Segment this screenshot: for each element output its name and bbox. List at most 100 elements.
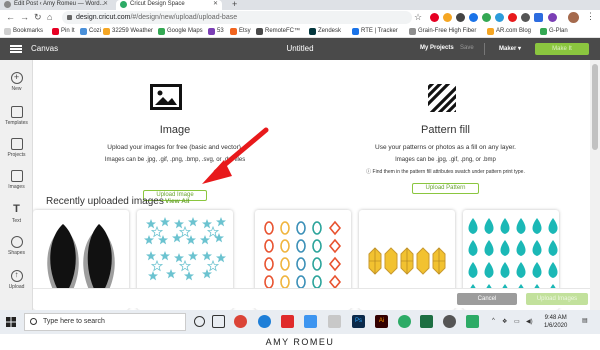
machine-selector[interactable]: Maker ▾ bbox=[499, 45, 521, 52]
url-domain: design.cricut.com bbox=[76, 14, 131, 21]
upload-pattern-section: Pattern fill Use your patterns or photos… bbox=[333, 60, 558, 194]
browser-tab-strip: Edit Post ‹ Amy Romeu — Word... ✕ Cricut… bbox=[0, 0, 600, 10]
rail-item-templates[interactable]: Templates bbox=[0, 106, 33, 126]
rail-item-shapes[interactable]: Shapes bbox=[0, 236, 33, 256]
app-header: Canvas Untitled My Projects Save Maker ▾… bbox=[0, 38, 600, 60]
star-icon[interactable]: ☆ bbox=[414, 12, 422, 23]
upload-icon: ↑ bbox=[10, 270, 23, 282]
file-explorer-icon[interactable] bbox=[328, 315, 341, 328]
extension-icon[interactable] bbox=[508, 13, 517, 22]
url-path: /#/design/new/upload/upload-base bbox=[130, 14, 238, 21]
scrollbar-thumb[interactable] bbox=[592, 64, 598, 150]
save-button[interactable]: Save bbox=[460, 45, 474, 51]
rail-item-new[interactable]: + New bbox=[0, 72, 33, 92]
profile-avatar[interactable] bbox=[568, 12, 579, 23]
bookmark-item[interactable]: 32259 Weather bbox=[103, 27, 153, 35]
bookmark-item[interactable]: G-Plan bbox=[540, 27, 568, 35]
cancel-button[interactable]: Cancel bbox=[457, 293, 517, 305]
bookmark-item[interactable]: Bookmarks bbox=[4, 27, 43, 35]
notifications-icon[interactable]: ▤ bbox=[582, 317, 588, 324]
cricut-app-icon[interactable] bbox=[398, 315, 411, 328]
task-view-icon[interactable] bbox=[212, 315, 225, 328]
pinterest-extension-icon[interactable] bbox=[430, 13, 439, 22]
evernote-icon[interactable] bbox=[466, 315, 479, 328]
rail-item-upload[interactable]: ↑ Upload bbox=[0, 270, 33, 290]
bookmark-icon bbox=[208, 28, 215, 35]
bookmark-item[interactable]: 53 bbox=[208, 27, 224, 35]
my-projects-link[interactable]: My Projects bbox=[420, 45, 454, 51]
show-hidden-icons-icon[interactable]: ^ bbox=[492, 318, 495, 324]
edge-icon[interactable] bbox=[258, 315, 271, 328]
volume-icon[interactable]: ◀) bbox=[526, 318, 533, 325]
weather-icon bbox=[103, 28, 110, 35]
shapes-icon bbox=[10, 236, 23, 248]
image-description: Upload your images for free (basic and v… bbox=[107, 144, 243, 151]
close-icon[interactable]: ✕ bbox=[103, 0, 108, 8]
image-heading: Image bbox=[159, 124, 191, 136]
rail-item-projects[interactable]: Projects bbox=[0, 138, 33, 158]
taskbar-clock[interactable]: 9:48 AM 1/6/2020 bbox=[544, 314, 567, 330]
evernote-extension-icon[interactable] bbox=[482, 13, 491, 22]
pattern-note: ⓘ Find them in the pattern fill attribut… bbox=[366, 169, 525, 175]
extension-icon[interactable] bbox=[456, 13, 465, 22]
extension-icon[interactable] bbox=[495, 13, 504, 22]
upload-images-button[interactable]: Upload Images bbox=[526, 293, 588, 305]
close-icon[interactable]: ✕ bbox=[213, 0, 218, 8]
upload-footer: Cancel Upload Images bbox=[33, 288, 590, 308]
rail-item-text[interactable]: T Text bbox=[0, 204, 33, 225]
cortana-icon[interactable] bbox=[194, 316, 205, 327]
photoshop-icon[interactable]: Ps bbox=[352, 315, 365, 328]
app-icon[interactable] bbox=[281, 315, 294, 328]
bookmark-item[interactable]: RTE | Tracker bbox=[352, 27, 398, 35]
cricut-icon bbox=[120, 1, 127, 8]
dropbox-icon[interactable] bbox=[304, 315, 317, 328]
tab-cricut-design-space[interactable]: Cricut Design Space ✕ bbox=[116, 0, 222, 10]
bookmarks-icon bbox=[4, 28, 11, 35]
lock-icon bbox=[67, 15, 72, 20]
camera-icon[interactable] bbox=[443, 315, 456, 328]
home-icon[interactable]: ⌂ bbox=[47, 12, 52, 22]
url-field[interactable]: design.cricut.com/#/design/new/upload/up… bbox=[62, 11, 412, 24]
reload-icon[interactable]: ↻ bbox=[34, 12, 42, 23]
network-icon[interactable]: ▭ bbox=[514, 318, 520, 325]
more-menu-icon[interactable]: ⋮ bbox=[586, 11, 595, 22]
etsy-icon bbox=[230, 28, 237, 35]
extension-icon[interactable] bbox=[534, 13, 543, 22]
extension-icon[interactable] bbox=[443, 13, 452, 22]
illustrator-icon[interactable]: Ai bbox=[375, 315, 388, 328]
back-icon[interactable]: ← bbox=[6, 12, 15, 22]
dropbox-tray-icon[interactable]: ❖ bbox=[502, 318, 507, 325]
tab-title: Cricut Design Space bbox=[130, 1, 185, 7]
chevron-down-icon: ▾ bbox=[518, 46, 522, 52]
maps-icon bbox=[158, 28, 165, 35]
pattern-heading: Pattern fill bbox=[421, 124, 470, 136]
clock-time: 9:48 AM bbox=[544, 315, 567, 321]
make-it-button[interactable]: Make It bbox=[535, 43, 589, 55]
bookmark-icon bbox=[409, 28, 416, 35]
tab-edit-post[interactable]: Edit Post ‹ Amy Romeu — Word... ✕ bbox=[0, 0, 112, 10]
extension-icon[interactable] bbox=[469, 13, 478, 22]
windows-taskbar: Type here to search Ps Ai ^ ❖ ▭ ◀) 9:48 … bbox=[0, 310, 600, 334]
vertical-scrollbar[interactable] bbox=[590, 60, 600, 310]
bookmark-item[interactable]: Cozi bbox=[80, 27, 101, 35]
taskbar-search-input[interactable]: Type here to search bbox=[24, 313, 186, 331]
image-formats: Images can be .jpg, .gif, .png, .bmp, .s… bbox=[104, 157, 246, 163]
bookmark-item[interactable]: Pin It bbox=[52, 27, 75, 35]
upload-pattern-button[interactable]: Upload Pattern bbox=[412, 183, 479, 194]
view-all-link[interactable]: View All bbox=[165, 198, 190, 205]
bookmark-item[interactable]: RemoteFC™ bbox=[256, 27, 300, 35]
pinterest-icon bbox=[52, 28, 59, 35]
bookmark-item[interactable]: Etsy bbox=[230, 27, 251, 35]
new-tab-icon[interactable]: + bbox=[232, 0, 237, 9]
windows-start-icon[interactable] bbox=[6, 317, 16, 327]
bookmark-item[interactable]: Zendesk bbox=[309, 27, 341, 35]
excel-icon[interactable] bbox=[420, 315, 433, 328]
bookmark-item[interactable]: Grain-Free High Fiber bbox=[409, 27, 476, 35]
forward-icon[interactable]: → bbox=[20, 12, 29, 22]
rail-item-images[interactable]: Images bbox=[0, 170, 33, 190]
extension-icon[interactable] bbox=[548, 13, 557, 22]
extension-icon[interactable] bbox=[521, 13, 530, 22]
bookmark-item[interactable]: Google Maps bbox=[158, 27, 203, 35]
bookmark-item[interactable]: AR.com Blog bbox=[487, 27, 531, 35]
chrome-icon[interactable] bbox=[234, 315, 247, 328]
